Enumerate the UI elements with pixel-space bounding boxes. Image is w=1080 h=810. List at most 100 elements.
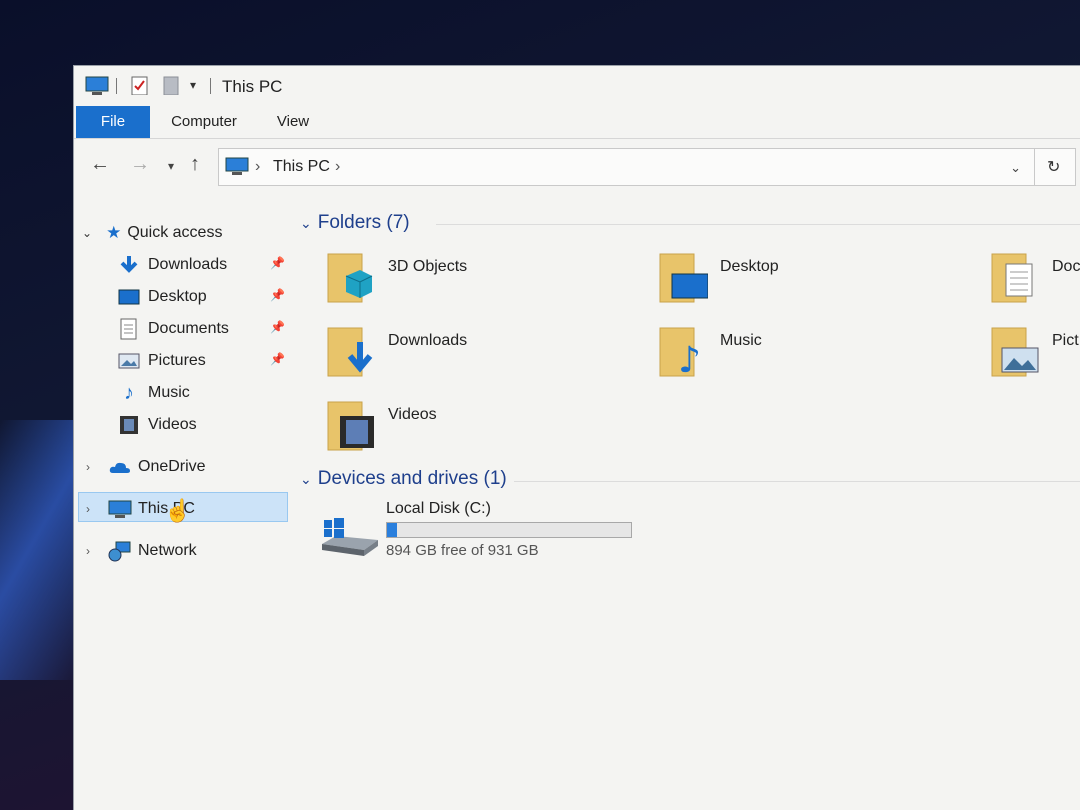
breadcrumb-chevron-icon[interactable]: › [255, 158, 260, 176]
refresh-button[interactable]: ↻ [1034, 149, 1075, 185]
sidebar-item-label: Downloads [148, 256, 228, 273]
download-arrow-icon [120, 256, 138, 273]
folder-label: Music [720, 332, 762, 349]
drive-usage-fill [387, 523, 397, 537]
sidebar-item-downloads[interactable]: Downloads [118, 250, 227, 280]
folders-section-header[interactable]: ⌄ Folders (7) [300, 212, 410, 234]
sidebar-item-label: Videos [148, 416, 197, 433]
music-note-icon: ♪ [124, 381, 134, 404]
refresh-icon: ↻ [1047, 159, 1061, 176]
folder-videos[interactable]: Videos [326, 398, 626, 462]
address-history-chevron-icon[interactable]: ⌄ [1010, 160, 1021, 176]
pin-icon[interactable]: 📌 [270, 256, 285, 270]
folder-documents[interactable]: Doc [990, 250, 1080, 314]
downloads-folder-icon [327, 327, 373, 377]
file-explorer-window: ▾ This PC File Computer View ← → ▾ ↑ › T… [74, 66, 1080, 810]
forward-arrow-icon[interactable]: → [130, 153, 150, 176]
window-title: This PC [222, 77, 283, 96]
expand-chevron-icon[interactable]: ⌄ [82, 226, 92, 240]
folder-music[interactable]: ♪ Music [658, 324, 958, 388]
divider [436, 224, 1080, 225]
title-bar: ▾ This PC [74, 66, 1080, 106]
collapse-chevron-icon[interactable]: ⌄ [300, 215, 312, 232]
expand-chevron-icon[interactable]: › [86, 544, 90, 558]
drive-label: Local Disk (C:) [386, 500, 491, 517]
computer-icon[interactable] [84, 75, 110, 95]
sidebar-item-label: Desktop [148, 288, 207, 305]
desktop-wallpaper-glow [0, 420, 80, 680]
folder-desktop[interactable]: Desktop [658, 250, 958, 314]
tab-computer[interactable]: Computer [164, 106, 244, 138]
network-icon [108, 541, 131, 562]
pin-icon[interactable]: 📌 [270, 352, 285, 366]
folder-3d-objects[interactable]: 3D Objects [326, 250, 626, 314]
drive-usage-bar [386, 522, 632, 538]
folder-label: Videos [388, 406, 437, 423]
sidebar-item-onedrive[interactable]: OneDrive [108, 452, 206, 482]
3d-objects-folder-icon [327, 253, 373, 303]
pin-icon[interactable]: 📌 [270, 288, 285, 302]
sidebar-item-label: Documents [148, 320, 229, 337]
section-title: Folders (7) [317, 212, 410, 233]
sidebar-item-label: Quick access [127, 224, 223, 241]
sidebar-item-pictures[interactable]: Pictures [118, 346, 206, 376]
breadcrumb-this-pc[interactable]: This PC [273, 158, 330, 176]
content-pane: ⌄ Folders (7) 3D Objects Desktop Doc Dow… [294, 206, 1080, 810]
folder-label: Desktop [720, 258, 779, 275]
sidebar-item-videos[interactable]: Videos [118, 410, 197, 440]
navigation-pane: ⌄ ★ Quick access Downloads 📌 Desktop 📌 D… [74, 206, 290, 810]
documents-folder-icon [991, 253, 1033, 303]
sidebar-item-label: Pictures [148, 352, 206, 369]
svg-text:♪: ♪ [678, 340, 701, 380]
navigation-bar: ← → ▾ ↑ › This PC › ⌄ ↻ [74, 139, 1080, 195]
back-arrow-icon[interactable]: ← [90, 153, 110, 176]
address-bar[interactable]: › This PC › ⌄ ↻ [218, 148, 1076, 186]
pin-icon[interactable]: 📌 [270, 320, 285, 334]
sidebar-item-label: OneDrive [138, 458, 206, 475]
picture-icon [118, 353, 140, 369]
folder-pictures[interactable]: Pict [990, 324, 1080, 388]
document-icon [120, 318, 137, 340]
film-icon [120, 416, 138, 434]
properties-icon[interactable] [130, 75, 150, 95]
folder-downloads[interactable]: Downloads [326, 324, 626, 388]
sidebar-item-quick-access[interactable]: ⌄ ★ Quick access [82, 218, 222, 248]
drive-free-space: 894 GB free of 931 GB [386, 542, 539, 559]
ribbon-tabs: File Computer View [74, 106, 1080, 139]
devices-section-header[interactable]: ⌄ Devices and drives (1) [300, 468, 507, 490]
folder-label: Pict [1052, 332, 1079, 349]
sidebar-item-network[interactable]: Network [108, 536, 197, 566]
folder-label: 3D Objects [388, 258, 468, 275]
star-icon: ★ [106, 223, 122, 242]
tab-file[interactable]: File [76, 106, 150, 138]
up-arrow-icon[interactable]: ↑ [190, 153, 200, 176]
computer-icon [225, 157, 249, 175]
sidebar-item-desktop[interactable]: Desktop [118, 282, 207, 312]
drive-local-disk-c[interactable]: Local Disk (C:) 894 GB free of 931 GB [320, 500, 640, 566]
hard-drive-icon [322, 518, 378, 556]
sidebar-item-label: Network [138, 542, 197, 559]
sidebar-item-label: Music [148, 384, 190, 401]
customize-toolbar-chevron-icon[interactable]: ▾ [190, 75, 196, 95]
hand-cursor-icon: ☝ [164, 498, 192, 523]
recent-locations-chevron-icon[interactable]: ▾ [168, 159, 174, 173]
section-title: Devices and drives (1) [317, 468, 507, 489]
divider [514, 481, 1080, 482]
folder-label: Downloads [388, 332, 468, 349]
tab-view[interactable]: View [270, 106, 316, 138]
new-folder-icon[interactable] [162, 75, 180, 95]
folder-label: Doc [1052, 258, 1080, 275]
sidebar-item-music[interactable]: ♪ Music [118, 378, 190, 408]
expand-chevron-icon[interactable]: › [86, 502, 90, 516]
desktop-folder-icon [659, 253, 708, 303]
sidebar-item-documents[interactable]: Documents [118, 314, 229, 344]
expand-chevron-icon[interactable]: › [86, 460, 90, 474]
music-folder-icon: ♪ [659, 327, 701, 380]
desktop-icon [118, 289, 140, 305]
videos-folder-icon [327, 401, 374, 451]
breadcrumb-chevron-icon[interactable]: › [335, 158, 340, 176]
cloud-icon [109, 462, 130, 473]
computer-icon [108, 500, 132, 518]
collapse-chevron-icon[interactable]: ⌄ [300, 471, 312, 488]
pictures-folder-icon [991, 327, 1039, 377]
